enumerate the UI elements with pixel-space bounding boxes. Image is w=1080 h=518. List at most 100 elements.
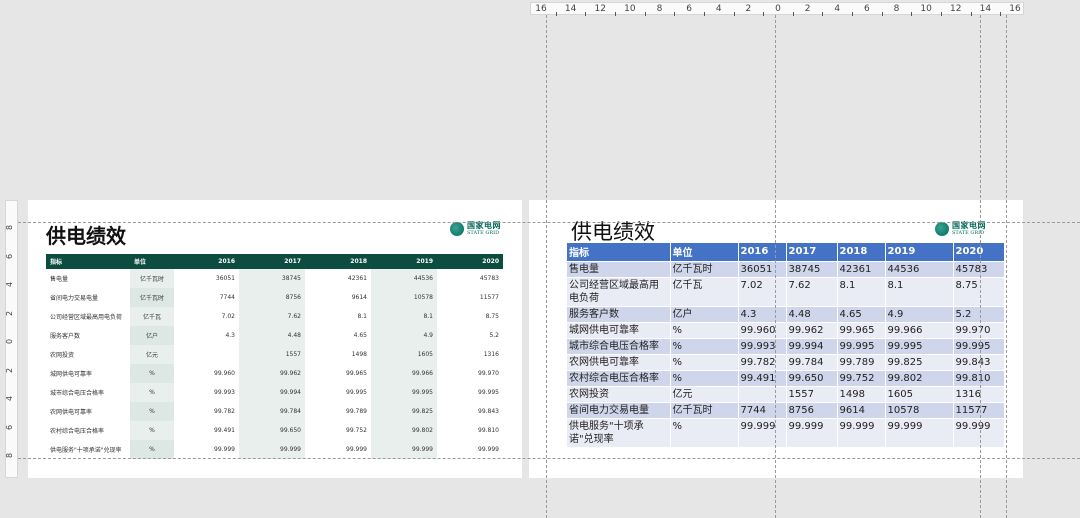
slide-title[interactable]: 供电绩效 [571,216,655,246]
table-cell[interactable]: 11577 [953,401,1005,418]
table-cell[interactable]: 99.995 [837,337,886,354]
table-cell[interactable]: 99.843 [437,402,503,421]
table-cell[interactable]: 99.999 [239,440,305,459]
table-cell[interactable]: 8.75 [437,307,503,326]
column-header[interactable]: 指标 [46,254,130,269]
table-cell[interactable]: 8.1 [305,307,371,326]
table-cell[interactable]: 99.962 [786,321,838,338]
table-cell[interactable]: 99.962 [239,364,305,383]
table-cell[interactable]: 99.995 [953,337,1005,354]
table-cell[interactable]: 8.1 [371,307,437,326]
slide-right[interactable]: 供电绩效 国家电网 STATE GRID 指标 单位 2016 2017 2018 201… [529,200,1023,478]
table-cell[interactable]: 9614 [837,401,886,418]
vertical-ruler[interactable]: 8 6 4 2 0 2 4 6 8 [5,200,18,478]
table-row[interactable]: 公司经营区域最高用电负荷 亿千瓦 7.02 7.62 8.1 8.1 8.75 [567,276,1005,306]
table-cell[interactable]: 99.999 [174,440,239,459]
performance-table[interactable]: 指标 单位 2016 2017 2018 2019 2020 售电量 亿千瓦时 36051 387… [46,254,503,459]
table-cell[interactable]: 1557 [239,345,305,364]
table-cell[interactable]: 8756 [786,401,838,418]
table-cell[interactable]: 99.999 [738,417,787,447]
table-cell[interactable]: 45783 [953,260,1005,277]
table-cell[interactable]: 99.789 [837,353,886,370]
table-cell[interactable]: 38745 [239,269,305,288]
table-cell[interactable]: 99.999 [885,417,954,447]
table-cell[interactable]: 99.825 [885,353,954,370]
table-cell[interactable]: 99.999 [437,440,503,459]
table-cell[interactable]: 公司经营区域最高用电负荷 [567,276,671,306]
table-cell[interactable]: 供电服务"十项承诺"兑现率 [567,417,671,447]
table-cell[interactable]: 99.995 [371,383,437,402]
table-cell[interactable]: 供电服务"十项承诺"兑现率 [46,440,130,459]
table-cell[interactable]: 亿千瓦时 [130,269,174,288]
table-cell[interactable]: 4.65 [305,326,371,345]
table-row[interactable]: 农网投资 亿元 1557 1498 1605 1316 [46,345,503,364]
column-header[interactable]: 2016 [738,243,787,261]
table-cell[interactable]: % [130,402,174,421]
table-cell[interactable]: 农村综合电压合格率 [567,369,671,386]
table-row[interactable]: 城网供电可靠率% 99.960 99.962 99.965 99.966 99.970 [46,364,503,383]
table-row[interactable]: 城网供电可靠率% 99.960 99.962 99.965 99.966 99.970 [567,321,1005,338]
table-cell[interactable]: 农网投资 [46,345,130,364]
table-cell[interactable]: % [130,383,174,402]
table-cell[interactable]: 99.966 [371,364,437,383]
table-row[interactable]: 农网供电可靠率% 99.782 99.784 99.789 99.825 99.843 [567,353,1005,370]
table-cell[interactable]: 42361 [837,260,886,277]
column-header[interactable]: 2019 [885,243,954,261]
performance-table[interactable]: 指标 单位 2016 2017 2018 2019 2020 售电量 亿千瓦时 36051 387… [567,243,1005,447]
table-cell[interactable]: 4.48 [786,305,838,322]
table-cell[interactable]: 99.960 [738,321,787,338]
table-cell[interactable]: 99.993 [738,337,787,354]
table-cell[interactable]: 99.650 [786,369,838,386]
column-header[interactable]: 2018 [305,254,371,269]
table-cell[interactable]: 99.965 [837,321,886,338]
table-cell[interactable]: 38745 [786,260,838,277]
table-cell[interactable]: 亿户 [670,305,739,322]
table-cell[interactable]: 44536 [371,269,437,288]
table-cell[interactable]: 亿千瓦 [130,307,174,326]
guide-line[interactable] [980,15,981,518]
table-cell[interactable]: 99.789 [305,402,371,421]
table-cell[interactable]: % [670,337,739,354]
table-row[interactable]: 农村综合电压合格率% 99.491 99.650 99.752 99.802 99.810 [46,421,503,440]
table-cell[interactable]: 99.966 [885,321,954,338]
table-cell[interactable]: 1316 [953,385,1005,402]
column-header[interactable]: 指标 [567,243,671,261]
table-cell[interactable]: 99.999 [953,417,1005,447]
table-row[interactable]: 城市综合电压合格率% 99.993 99.994 99.995 99.995 99.995 [46,383,503,402]
table-cell[interactable]: 99.810 [437,421,503,440]
table-cell[interactable]: 8756 [239,288,305,307]
table-cell[interactable]: 7.02 [738,276,787,306]
table-cell[interactable]: 99.999 [786,417,838,447]
column-header[interactable]: 2017 [239,254,305,269]
table-cell[interactable]: 7744 [174,288,239,307]
table-cell[interactable]: 99.994 [239,383,305,402]
table-cell[interactable]: 99.782 [738,353,787,370]
table-cell[interactable]: 99.752 [837,369,886,386]
table-cell[interactable]: 99.752 [305,421,371,440]
table-cell[interactable]: 4.3 [738,305,787,322]
table-cell[interactable]: 5.2 [437,326,503,345]
table-cell[interactable]: 1498 [305,345,371,364]
table-cell[interactable]: 99.802 [371,421,437,440]
table-row[interactable]: 省间电力交易电量 亿千瓦时 7744 8756 9614 10578 11577 [46,288,503,307]
table-cell[interactable]: 99.802 [885,369,954,386]
table-cell[interactable]: 99.994 [786,337,838,354]
table-cell[interactable]: 5.2 [953,305,1005,322]
table-cell[interactable]: 99.993 [174,383,239,402]
table-cell[interactable]: 99.995 [305,383,371,402]
table-cell[interactable]: 城市综合电压合格率 [46,383,130,402]
column-header[interactable]: 单位 [670,243,739,261]
table-cell[interactable]: 服务客户数 [567,305,671,322]
table-cell[interactable]: 42361 [305,269,371,288]
guide-line[interactable] [546,15,547,518]
table-cell[interactable]: 8.1 [837,276,886,306]
table-cell[interactable]: 7744 [738,401,787,418]
table-cell[interactable]: 99.995 [885,337,954,354]
table-cell[interactable]: 99.995 [437,383,503,402]
slide-left[interactable]: 供电绩效 国家电网 STATE GRID 指标 单位 2016 2017 2018 201… [28,200,522,478]
table-cell[interactable]: 城网供电可靠率 [46,364,130,383]
table-row[interactable]: 农村综合电压合格率% 99.491 99.650 99.752 99.802 99.810 [567,369,1005,386]
table-cell[interactable]: 亿千瓦 [670,276,739,306]
table-row[interactable]: 农网供电可靠率% 99.782 99.784 99.789 99.825 99.843 [46,402,503,421]
table-cell[interactable] [738,385,787,402]
